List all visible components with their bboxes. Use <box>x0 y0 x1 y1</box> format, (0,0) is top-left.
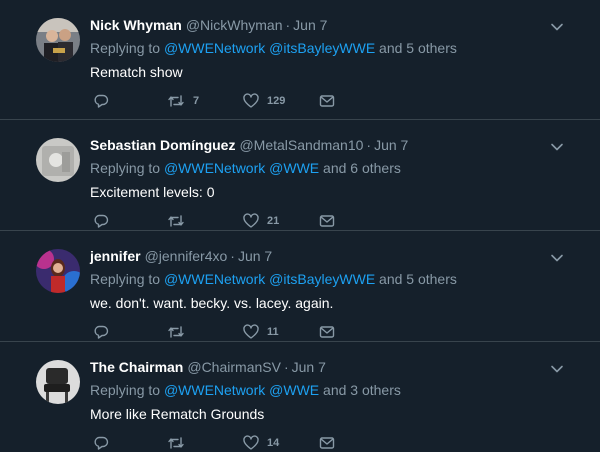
user-handle[interactable]: @ChairmanSV <box>187 359 281 375</box>
envelope-icon <box>319 437 335 449</box>
retweet-icon <box>168 95 184 107</box>
envelope-icon <box>319 95 335 107</box>
display-name[interactable]: The Chairman <box>90 359 183 375</box>
user-handle[interactable]: @MetalSandman10 <box>239 137 363 153</box>
mention-link[interactable]: @WWENetwork <box>164 40 265 56</box>
tweet-header: Nick Whyman @NickWhyman · Jun 7 <box>90 17 327 33</box>
direct-message-button[interactable] <box>319 434 335 452</box>
tweet-text: More like Rematch Grounds <box>90 406 265 422</box>
others-link[interactable]: and 6 others <box>323 160 401 176</box>
reply-button[interactable] <box>93 92 117 110</box>
replying-to-label: Replying to <box>90 40 161 56</box>
user-handle[interactable]: @jennifer4xo <box>145 248 228 264</box>
chevron-down-icon[interactable] <box>550 140 564 154</box>
like-count: 129 <box>267 95 286 107</box>
retweet-button[interactable] <box>167 323 193 341</box>
retweet-icon <box>168 326 184 338</box>
like-count: 11 <box>267 326 279 338</box>
reply-button[interactable] <box>93 323 117 341</box>
like-button[interactable]: 11 <box>243 323 279 341</box>
like-button[interactable]: 129 <box>243 92 285 110</box>
heart-icon <box>243 435 259 450</box>
retweet-count: 7 <box>193 95 200 107</box>
replying-to: Replying to @WWENetwork @itsBayleyWWE an… <box>90 40 457 56</box>
user-handle[interactable]: @NickWhyman <box>186 17 283 33</box>
separator-dot: · <box>285 17 291 33</box>
avatar[interactable] <box>36 138 80 182</box>
mention-link[interactable]: @WWE <box>269 160 319 176</box>
tweet-actions: 7 129 <box>93 92 353 110</box>
envelope-icon <box>319 326 335 338</box>
tweet-actions: 11 <box>93 323 353 341</box>
reply-button[interactable] <box>93 212 117 230</box>
retweet-icon <box>168 437 184 449</box>
replying-to-label: Replying to <box>90 160 161 176</box>
avatar[interactable] <box>36 18 80 62</box>
chevron-down-icon[interactable] <box>550 362 564 376</box>
replying-to: Replying to @WWENetwork @itsBayleyWWE an… <box>90 271 457 287</box>
mention-link[interactable]: @WWENetwork <box>164 382 265 398</box>
reply-icon <box>94 214 109 228</box>
avatar[interactable] <box>36 249 80 293</box>
retweet-button[interactable] <box>167 434 193 452</box>
replying-to: Replying to @WWENetwork @WWE and 6 other… <box>90 160 401 176</box>
display-name[interactable]: jennifer <box>90 248 141 264</box>
others-link[interactable]: and 5 others <box>379 271 457 287</box>
reply-button[interactable] <box>93 434 117 452</box>
tweet-header: jennifer @jennifer4xo · Jun 7 <box>90 248 272 264</box>
reply-icon <box>94 325 109 339</box>
like-count: 14 <box>267 437 280 449</box>
tweet-date[interactable]: Jun 7 <box>374 137 408 153</box>
chevron-down-icon[interactable] <box>550 251 564 265</box>
replying-to-label: Replying to <box>90 271 161 287</box>
replies-feed: Nick Whyman @NickWhyman · Jun 7 Replying to… <box>0 0 600 452</box>
tweet-date[interactable]: Jun 7 <box>292 359 326 375</box>
others-link[interactable]: and 5 others <box>379 40 457 56</box>
separator-dot: · <box>366 137 372 153</box>
replying-to: Replying to @WWENetwork @WWE and 3 other… <box>90 382 401 398</box>
reply-icon <box>94 94 109 108</box>
mention-link[interactable]: @WWENetwork <box>164 271 265 287</box>
heart-icon <box>243 324 259 339</box>
tweet[interactable]: Sebastian Domínguez @MetalSandman10 · Jun 7… <box>0 120 600 231</box>
tweet-actions: 14 <box>93 434 353 452</box>
heart-icon <box>243 213 259 228</box>
envelope-icon <box>319 215 335 227</box>
mention-link[interactable]: @itsBayleyWWE <box>269 40 375 56</box>
others-link[interactable]: and 3 others <box>323 382 401 398</box>
mention-link[interactable]: @WWE <box>269 382 319 398</box>
retweet-icon <box>168 215 184 227</box>
reply-icon <box>94 436 109 450</box>
tweet-text: Rematch show <box>90 64 183 80</box>
chevron-down-icon[interactable] <box>550 20 564 34</box>
heart-icon <box>243 93 259 108</box>
mention-link[interactable]: @itsBayleyWWE <box>269 271 375 287</box>
retweet-button[interactable] <box>167 212 193 230</box>
display-name[interactable]: Sebastian Domínguez <box>90 137 235 153</box>
tweet-text: we. don't. want. becky. vs. lacey. again… <box>90 295 334 311</box>
direct-message-button[interactable] <box>319 323 335 341</box>
retweet-button[interactable]: 7 <box>167 92 199 110</box>
like-button[interactable]: 14 <box>243 434 279 452</box>
tweet[interactable]: jennifer @jennifer4xo · Jun 7 Replying to @… <box>0 231 600 342</box>
mention-link[interactable]: @WWENetwork <box>164 160 265 176</box>
tweet-date[interactable]: Jun 7 <box>238 248 272 264</box>
avatar[interactable] <box>36 360 80 404</box>
display-name[interactable]: Nick Whyman <box>90 17 182 33</box>
tweet-date[interactable]: Jun 7 <box>293 17 327 33</box>
tweet-actions: 21 <box>93 212 353 230</box>
tweet-header: Sebastian Domínguez @MetalSandman10 · Jun 7 <box>90 137 408 153</box>
separator-dot: · <box>283 359 289 375</box>
direct-message-button[interactable] <box>319 212 335 230</box>
tweet[interactable]: The Chairman @ChairmanSV · Jun 7 Replying t… <box>0 342 600 452</box>
tweet-header: The Chairman @ChairmanSV · Jun 7 <box>90 359 326 375</box>
like-button[interactable]: 21 <box>243 212 279 230</box>
tweet[interactable]: Nick Whyman @NickWhyman · Jun 7 Replying to… <box>0 0 600 120</box>
direct-message-button[interactable] <box>319 92 335 110</box>
replying-to-label: Replying to <box>90 382 161 398</box>
like-count: 21 <box>267 215 280 227</box>
separator-dot: · <box>230 248 235 264</box>
tweet-text: Excitement levels: 0 <box>90 184 215 200</box>
